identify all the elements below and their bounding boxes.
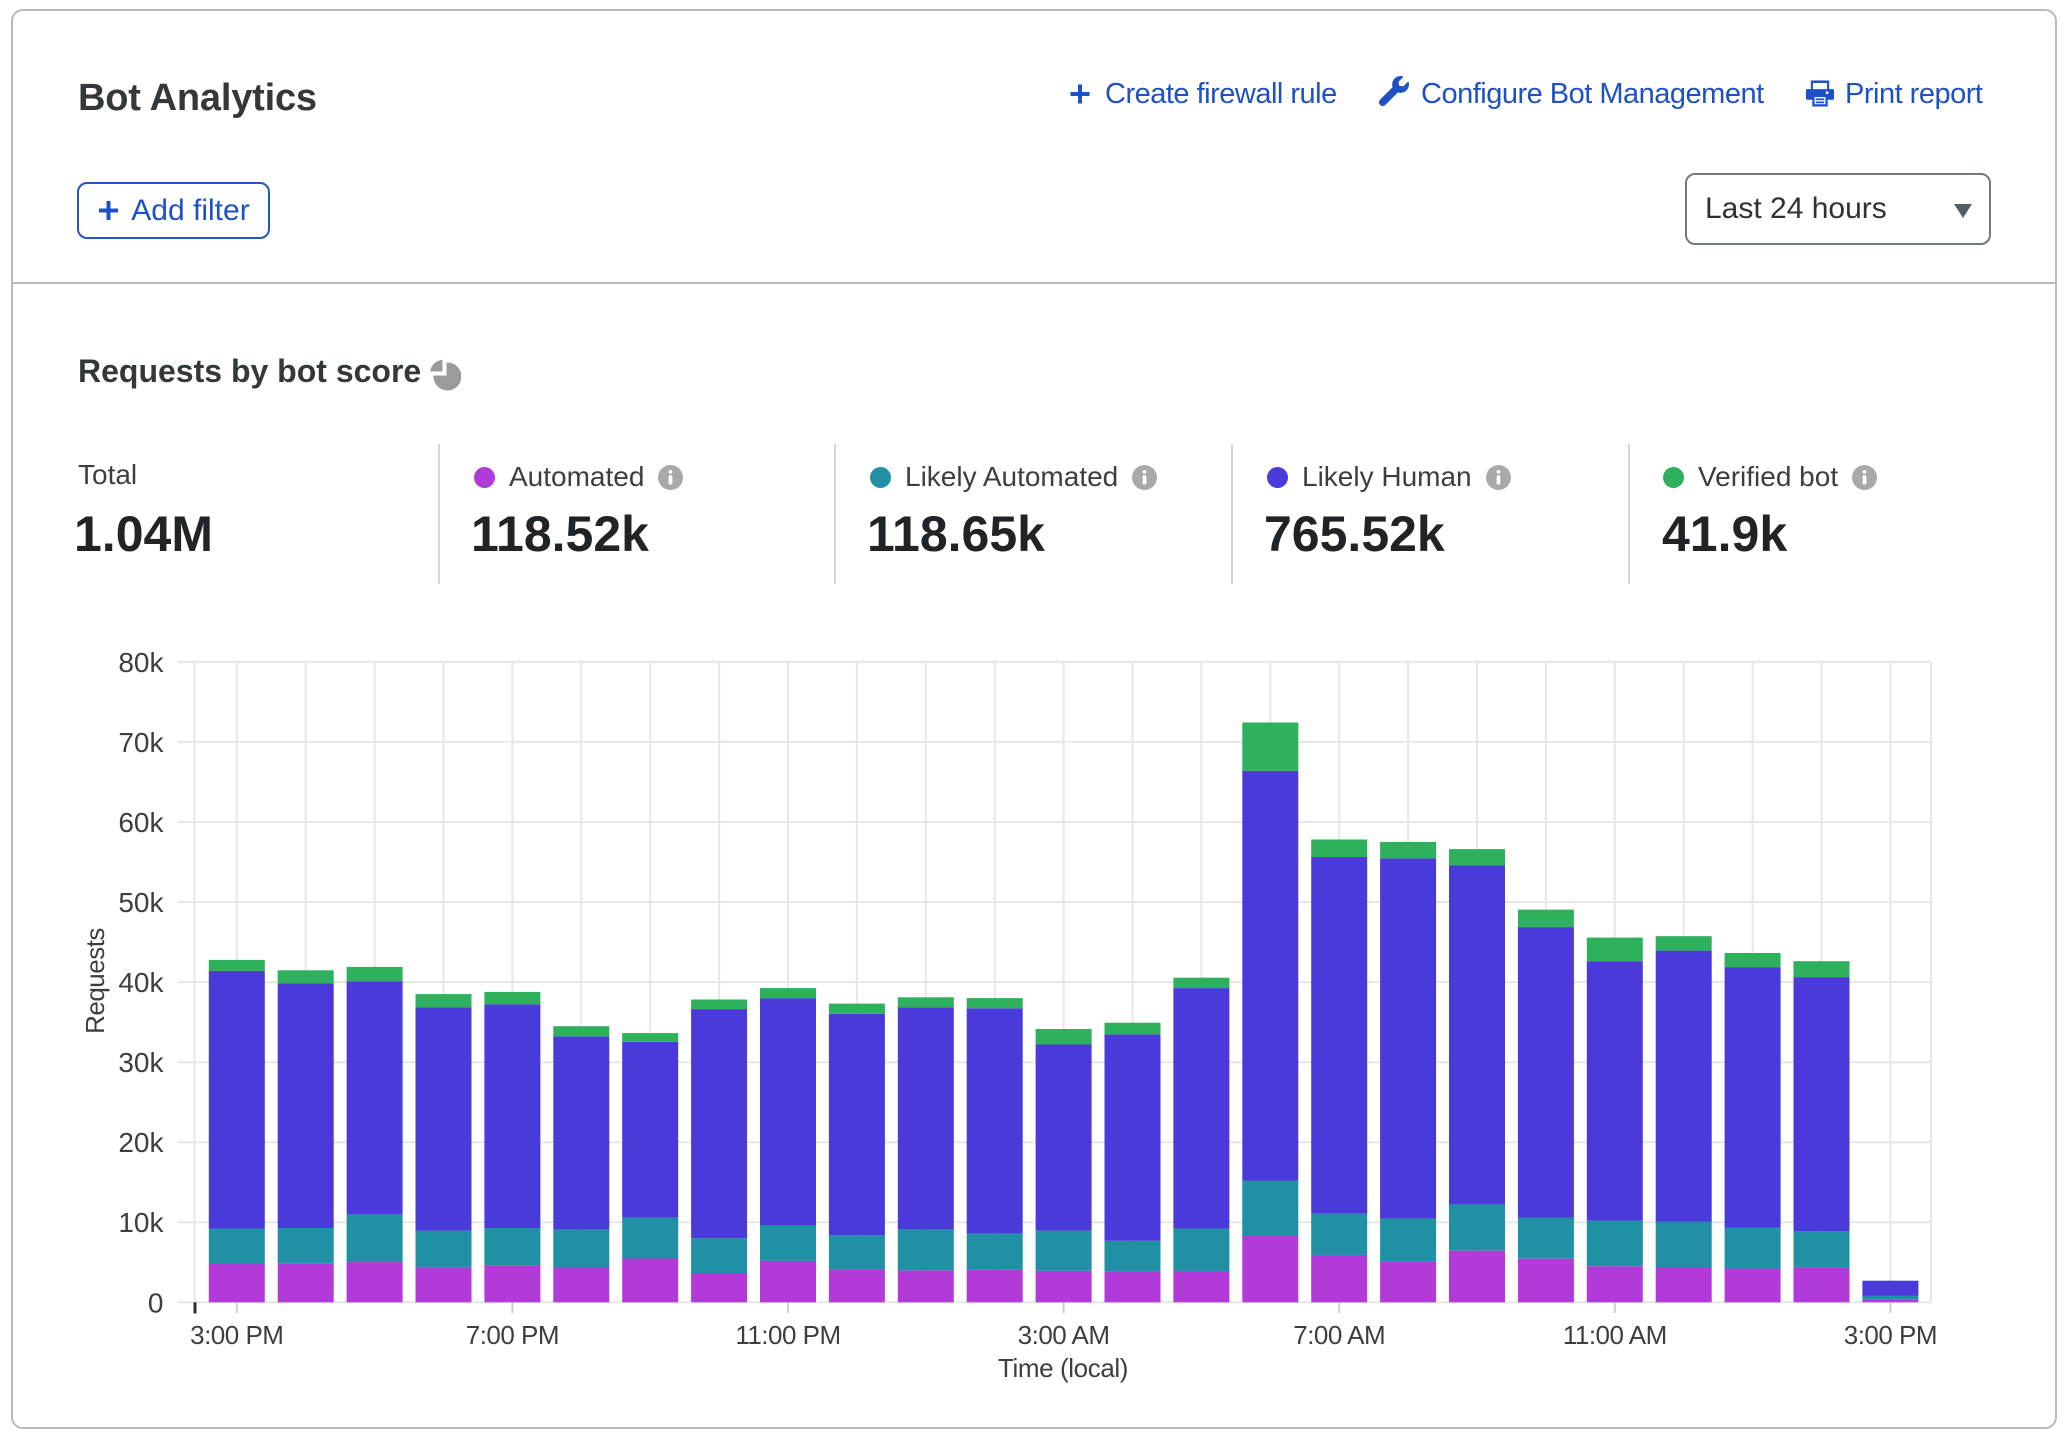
svg-text:0: 0 (148, 1287, 164, 1318)
svg-text:40k: 40k (118, 967, 164, 998)
svg-text:11:00 AM: 11:00 AM (1563, 1320, 1667, 1350)
svg-text:30k: 30k (118, 1047, 164, 1078)
svg-text:3:00 AM: 3:00 AM (1018, 1320, 1110, 1350)
svg-text:3:00 PM: 3:00 PM (1844, 1320, 1937, 1350)
svg-text:20k: 20k (118, 1127, 164, 1158)
svg-text:10k: 10k (118, 1207, 164, 1238)
svg-text:3:00 PM: 3:00 PM (190, 1320, 283, 1350)
svg-text:Time (local): Time (local) (998, 1353, 1128, 1383)
svg-text:60k: 60k (118, 807, 164, 838)
svg-text:7:00 PM: 7:00 PM (466, 1320, 559, 1350)
svg-text:50k: 50k (118, 887, 164, 918)
svg-text:80k: 80k (118, 647, 164, 678)
svg-text:70k: 70k (118, 727, 164, 758)
svg-text:Requests: Requests (80, 928, 110, 1034)
svg-text:11:00 PM: 11:00 PM (735, 1320, 840, 1350)
svg-text:7:00 AM: 7:00 AM (1293, 1320, 1385, 1350)
